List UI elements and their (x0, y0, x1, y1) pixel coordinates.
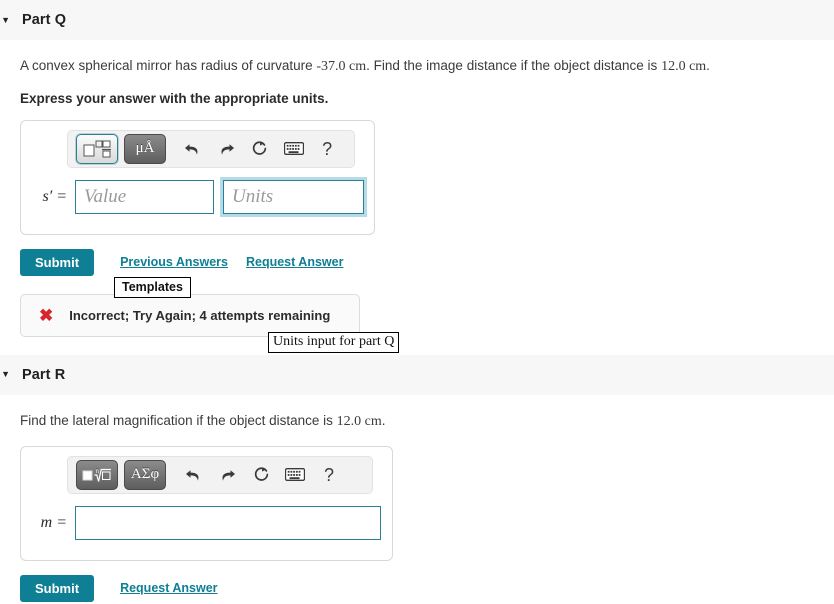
templates-icon (83, 140, 111, 158)
help-button[interactable]: ? (314, 461, 344, 489)
part-q-submit-button[interactable]: Submit (20, 248, 95, 276)
question-text-post: . (381, 412, 386, 428)
part-r-submit-button[interactable]: Submit (20, 574, 95, 602)
question-text-post: . (706, 58, 710, 73)
part-q-instruction: Express your answer with the appropriate… (20, 90, 329, 106)
part-q-feedback: ✖ Incorrect; Try Again; 4 attempts remai… (20, 293, 360, 337)
keyboard-button[interactable] (280, 461, 310, 489)
reset-button[interactable] (245, 135, 275, 163)
part-q-action-row: Submit Previous Answers Request Answer (20, 248, 834, 276)
templates-tooltip: Templates (114, 276, 191, 298)
part-r-title: Part R (22, 366, 66, 383)
units-input[interactable] (223, 179, 364, 214)
part-q-request-answer-link[interactable]: Request Answer (246, 255, 343, 269)
undo-button[interactable] (178, 461, 208, 489)
part-q-body: A convex spherical mirror has radius of … (0, 57, 834, 355)
keyboard-button[interactable] (279, 135, 309, 163)
units-input-tooltip: Units input for part Q (268, 331, 400, 353)
undo-icon (185, 144, 198, 155)
radius-value: -37.0 cm (316, 59, 367, 74)
symbols-button-label: μÅ (135, 140, 155, 157)
reset-button[interactable] (246, 461, 276, 489)
magnification-input[interactable] (75, 505, 381, 540)
help-icon: ? (323, 464, 334, 485)
value-input[interactable] (75, 179, 214, 214)
part-q-input-row: s′ = (21, 179, 374, 214)
reset-icon (254, 467, 268, 482)
reset-icon (253, 141, 267, 156)
part-q-question: A convex spherical mirror has radius of … (20, 57, 834, 77)
part-q-title: Part Q (22, 12, 67, 28)
part-q-toolbar: μÅ ? (67, 129, 355, 168)
part-r-question: Find the lateral magnification if the ob… (20, 412, 834, 432)
object-distance-value: 12.0 cm (661, 59, 707, 74)
x-mark-icon: ✖ (39, 305, 54, 325)
question-text-pre: Find the lateral magnification if the ob… (20, 412, 337, 428)
part-r-action-row: Submit Request Answer (20, 574, 834, 602)
redo-button[interactable] (212, 461, 242, 489)
keyboard-icon (283, 142, 304, 156)
help-icon: ? (322, 138, 333, 159)
feedback-text: Incorrect; Try Again; 4 attempts remaini… (69, 307, 331, 323)
part-r-body: Find the lateral magnification if the ob… (0, 412, 834, 602)
question-text-mid: . Find the image distance if the object … (366, 58, 662, 73)
part-r-answer-box: n ΑΣφ ? m = (20, 445, 393, 561)
part-r-variable-label: m = (40, 513, 67, 531)
undo-button[interactable] (178, 135, 208, 163)
part-r-request-answer-link[interactable]: Request Answer (120, 581, 217, 595)
undo-icon (185, 469, 198, 481)
part-q-header[interactable]: ▼ Part Q (0, 0, 834, 40)
previous-answers-link[interactable]: Previous Answers (120, 255, 228, 269)
collapse-caret-icon[interactable]: ▼ (0, 370, 12, 379)
svg-text:n: n (96, 468, 100, 475)
part-r-input-row: m = (21, 505, 392, 540)
symbols-button[interactable]: ΑΣφ (124, 459, 166, 490)
part-q-answer-box: μÅ ? s′ = Value Units Templates Units in… (20, 119, 400, 353)
redo-icon (221, 144, 234, 155)
object-distance-value: 12.0 cm (336, 413, 382, 429)
symbols-button[interactable]: μÅ (124, 133, 166, 164)
redo-icon (222, 469, 235, 481)
templates-button[interactable]: n (76, 459, 118, 490)
symbols-button-label: ΑΣφ (130, 466, 160, 483)
part-r-toolbar: n ΑΣφ ? (67, 455, 373, 494)
templates-button[interactable] (76, 133, 118, 164)
root-template-icon: n (82, 468, 111, 482)
part-r-header[interactable]: ▼ Part R (0, 354, 834, 395)
redo-button[interactable] (212, 135, 242, 163)
part-q-spacer (20, 337, 834, 355)
question-text-pre: A convex spherical mirror has radius of … (20, 58, 317, 73)
help-button[interactable]: ? (312, 135, 342, 163)
keyboard-icon (285, 468, 305, 482)
part-q-variable-label: s′ = (42, 187, 67, 205)
collapse-caret-icon[interactable]: ▼ (0, 15, 12, 25)
